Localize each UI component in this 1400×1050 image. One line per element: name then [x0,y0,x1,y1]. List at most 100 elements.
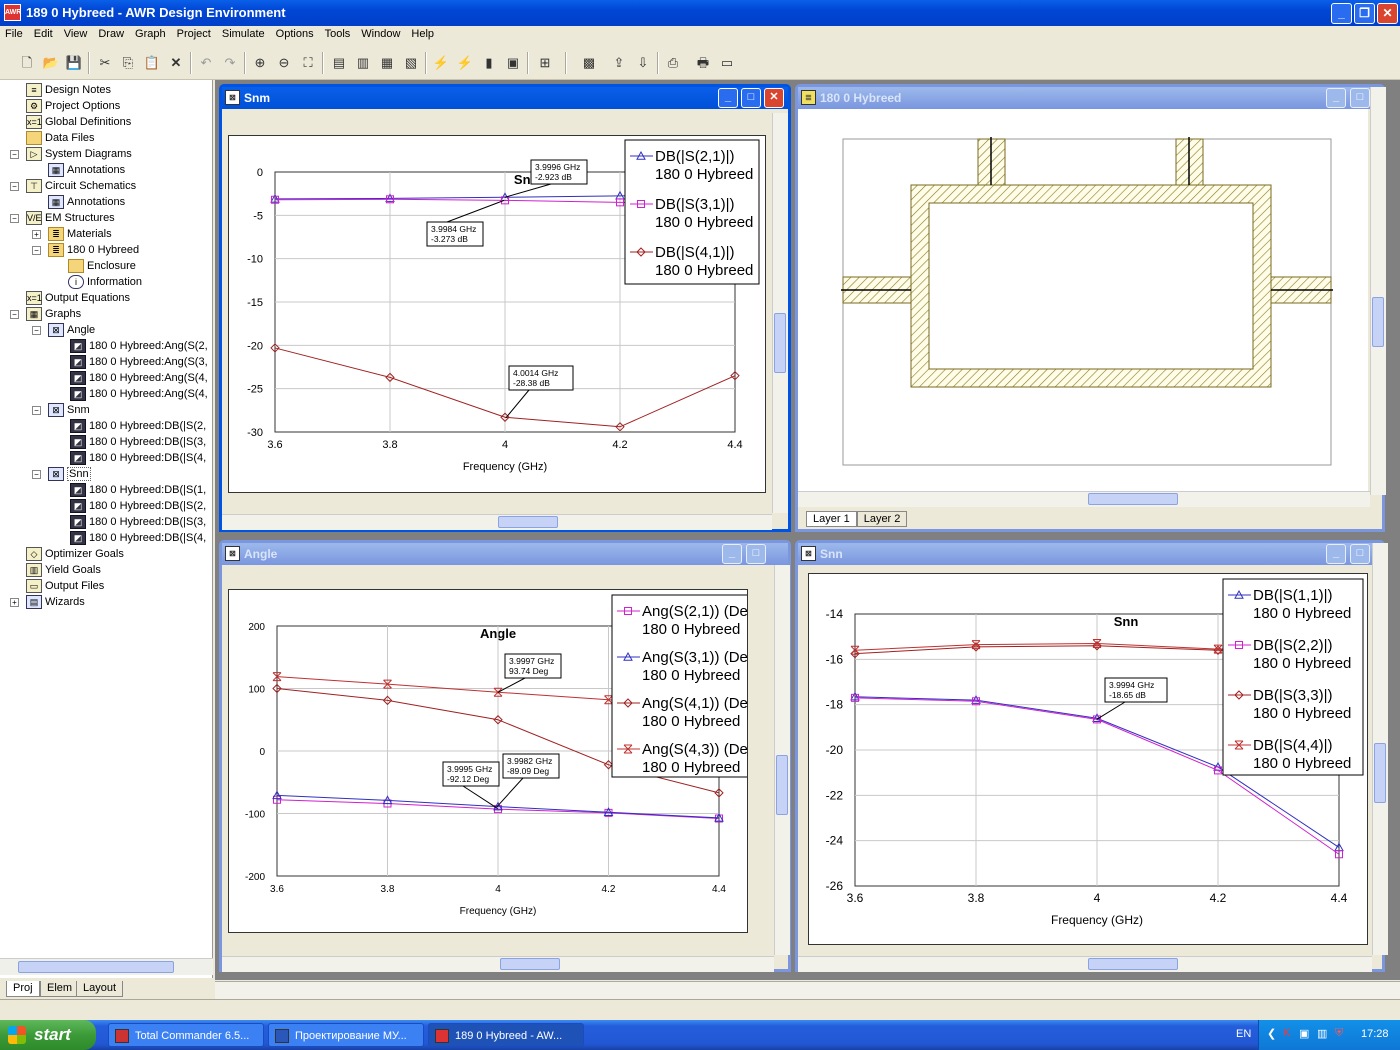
menu-draw[interactable]: Draw [93,26,130,40]
tree-measurement[interactable]: ◩ 180 0 Hybreed:DB(|S(2, [70,498,206,514]
tree-graphs[interactable]: ▦ Graphs [26,306,81,322]
tab-layer-2[interactable]: Layer 2 [856,511,908,527]
collapse-icon[interactable]: − [32,246,41,255]
angle-plot-area[interactable]: Angle 3.6 3.8 4 4.2 4.4 200 100 0 -100 -200 Frequen… [228,589,768,933]
menu-graph[interactable]: Graph [130,26,172,40]
tree-annotations[interactable]: ▦ Annotations [48,162,125,178]
new-icon[interactable]: 🗋 [18,54,36,72]
save-icon[interactable]: 💾 [65,54,83,72]
horizontal-scrollbar[interactable] [222,956,774,972]
tree-yield-goals[interactable]: ▥ Yield Goals [26,562,101,578]
angle-window[interactable]: ⊠ Angle _ □ Angle 3.6 3.8 4 4.2 4.4 200 100 0 -10… [219,540,791,972]
export-icon[interactable]: ⇩ [634,54,652,72]
snn-plot-area[interactable]: Snn 3.6 3.8 4 4.2 4.4 -14 -16 -18 -20 -22 -24 -26 Fre… [808,573,1368,945]
vertical-scrollbar[interactable] [1372,543,1388,955]
cut-icon[interactable]: ✂ [96,54,114,72]
layout-icon[interactable]: ▩ [580,54,598,72]
maximize-button[interactable]: □ [741,88,761,108]
task-awr[interactable]: 189 0 Hybreed - AW... [428,1023,584,1047]
menu-help[interactable]: Help [406,26,440,40]
minimize-button[interactable]: _ [1331,3,1352,24]
layout-canvas[interactable] [798,109,1368,491]
tree-annotations[interactable]: ▦ Annotations [48,194,125,210]
add-graph-icon[interactable]: ▧ [402,54,420,72]
simulate-icon[interactable]: ⚡ [432,54,450,72]
tree-data-files[interactable]: Data Files [26,130,95,146]
redo-icon[interactable]: ↷ [221,54,239,72]
measurements-icon[interactable]: ⊞ [536,54,554,72]
restore-button[interactable]: ❐ [1354,3,1375,24]
vertical-scrollbar[interactable] [772,113,788,513]
security-icon[interactable]: ⛨ [1335,1027,1343,1040]
tree-measurement[interactable]: ◩ 180 0 Hybreed:Ang(S(2, [70,338,208,354]
tree-measurement[interactable]: ◩ 180 0 Hybreed:DB(|S(3, [70,434,206,450]
menu-project[interactable]: Project [172,26,217,40]
minimize-button[interactable]: _ [1326,544,1346,564]
tree-information[interactable]: i Information [68,274,142,290]
tree-global-definitions[interactable]: x=1 Global Definitions [26,114,131,130]
collapse-icon[interactable]: − [10,214,19,223]
collapse-icon[interactable]: − [32,470,41,479]
tree-graph-angle[interactable]: ⊠ Angle [48,322,95,338]
tab-elem[interactable]: Elem [40,981,80,997]
tree-measurement[interactable]: ◩ 180 0 Hybreed:DB(|S(4, [70,530,206,546]
tree-graph-snn[interactable]: ⊠ Snn [48,466,91,482]
task-word-document[interactable]: Проектирование МУ... [268,1023,424,1047]
horizontal-scrollbar[interactable] [222,514,772,530]
horizontal-scrollbar[interactable] [798,956,1372,972]
start-button[interactable]: start [0,1020,96,1050]
tree-circuit-schematics[interactable]: ⊤ Circuit Schematics [26,178,136,194]
tree-output-equations[interactable]: x=1 Output Equations [26,290,130,306]
expand-icon[interactable]: + [10,598,19,607]
add-em-icon[interactable]: ▦ [378,54,396,72]
tree-wizards[interactable]: ▤ Wizards [26,594,85,610]
expand-icon[interactable]: + [32,230,41,239]
mdi-horizontal-scrollbar[interactable] [215,981,1400,999]
add-schematic-icon[interactable]: ▤ [330,54,348,72]
minimize-button[interactable]: _ [718,88,738,108]
paste-icon[interactable]: 📋 [143,54,161,72]
tree-measurement[interactable]: ◩ 180 0 Hybreed:Ang(S(4, [70,386,208,402]
tree-em-structures[interactable]: V/E EM Structures [26,210,115,226]
collapse-icon[interactable]: − [10,150,19,159]
add-system-icon[interactable]: ▥ [354,54,372,72]
tree-enclosure[interactable]: Enclosure [68,258,136,274]
tree-graph-snm[interactable]: ⊠ Snm [48,402,90,418]
menu-window[interactable]: Window [356,26,406,40]
antivirus-icon[interactable]: K [1283,1027,1290,1039]
yield-icon[interactable]: ▣ [504,54,522,72]
tree-output-files[interactable]: ▭ Output Files [26,578,104,594]
minimize-button[interactable]: _ [722,544,742,564]
menu-file[interactable]: File [0,26,29,40]
tree-measurement[interactable]: ◩ 180 0 Hybreed:Ang(S(3, [70,354,208,370]
optimize-icon[interactable]: ▮ [480,54,498,72]
tab-proj[interactable]: Proj [6,981,40,997]
zoom-in-icon[interactable]: ⊕ [251,54,269,72]
horizontal-scrollbar[interactable] [798,491,1370,507]
task-total-commander[interactable]: Total Commander 6.5... [108,1023,264,1047]
tree-measurement[interactable]: ◩ 180 0 Hybreed:DB(|S(2, [70,418,206,434]
volume-icon[interactable]: ▥ [1317,1027,1327,1040]
menu-edit[interactable]: Edit [29,26,59,40]
snm-plot-area[interactable]: Snm 3.6 3.8 4 4.2 4.4 0 -5 -10 -15 -20 -25 -30 Freque… [228,135,766,493]
snm-window[interactable]: ⊠ Snm _ □ ✕ Snm 3.6 3.8 4 4.2 4.4 0 -5 -10 -15 -20… [219,84,791,532]
maximize-button[interactable]: □ [1350,544,1370,564]
vertical-scrollbar[interactable] [774,565,790,955]
tree-project-options[interactable]: ⚙ Project Options [26,98,120,114]
tree-materials[interactable]: ≣ Materials [48,226,112,242]
collapse-icon[interactable]: − [32,326,41,335]
print-preview-icon[interactable]: 🖶 [694,54,712,72]
tune-icon[interactable]: ⚡ [456,54,474,72]
zoom-fit-icon[interactable]: ⛶ [299,54,317,72]
maximize-button[interactable]: □ [746,544,766,564]
copy-icon[interactable]: ⎘ [119,54,137,72]
menu-view[interactable]: View [59,26,94,40]
tab-layer-1[interactable]: Layer 1 [806,511,857,527]
collapse-icon[interactable]: − [10,182,19,191]
tree-optimizer-goals[interactable]: ◇ Optimizer Goals [26,546,124,562]
zoom-out-icon[interactable]: ⊖ [275,54,293,72]
menu-simulate[interactable]: Simulate [217,26,271,40]
snn-window[interactable]: ⊠ Snn _ □ Snn 3.6 3.8 4 4.2 4.4 -14 -16 -18 -20 -2… [795,540,1388,972]
tree-system-diagrams[interactable]: ▷ System Diagrams [26,146,132,162]
tree-em-doc[interactable]: ≣ 180 0 Hybreed [48,242,139,258]
